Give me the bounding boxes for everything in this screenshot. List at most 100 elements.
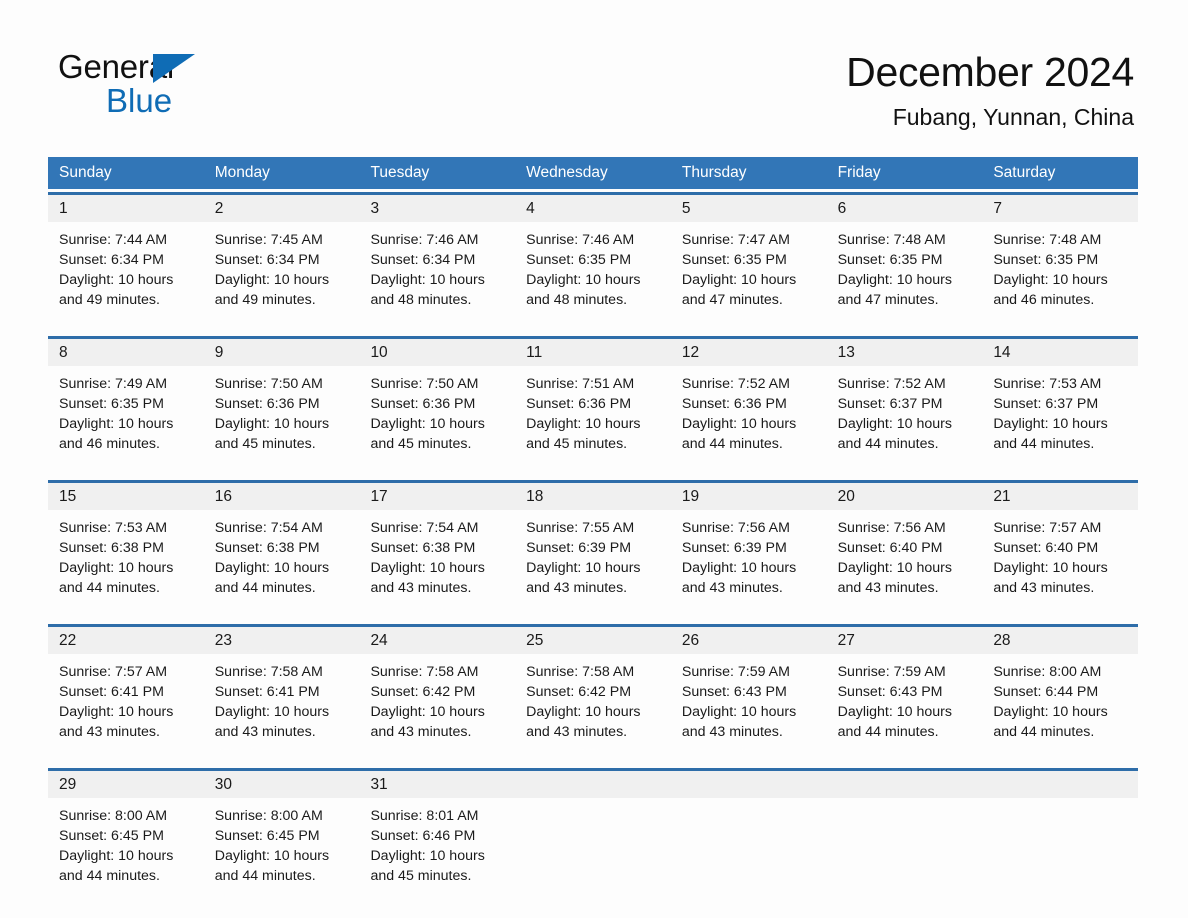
day-cell[interactable]: Sunrise: 7:44 AM Sunset: 6:34 PM Daylight:… (48, 222, 204, 326)
day-cell[interactable]: Sunrise: 7:58 AM Sunset: 6:42 PM Daylight:… (515, 654, 671, 758)
day-number[interactable]: 5 (671, 195, 827, 222)
daylight-text: Daylight: 10 hours and 44 minutes. (59, 560, 174, 596)
sunset-text: Sunset: 6:46 PM (370, 828, 476, 844)
day-number[interactable]: 7 (982, 195, 1138, 222)
sunrise-text: Sunrise: 8:00 AM (59, 808, 168, 824)
sunrise-text: Sunrise: 7:44 AM (59, 232, 168, 248)
day-number[interactable]: 10 (359, 339, 515, 366)
sunrise-text: Sunrise: 8:00 AM (214, 808, 323, 824)
page-title: December 2024 (846, 49, 1134, 95)
day-cell[interactable]: Sunrise: 7:48 AM Sunset: 6:35 PM Daylight:… (827, 222, 983, 326)
day-number[interactable]: 20 (827, 483, 983, 510)
day-cell[interactable]: Sunrise: 8:00 AM Sunset: 6:45 PM Daylight:… (204, 798, 360, 902)
day-number[interactable]: 21 (982, 483, 1138, 510)
weekday-header-sunday: Sunday (59, 164, 112, 181)
day-cell[interactable]: Sunrise: 7:53 AM Sunset: 6:38 PM Daylight:… (48, 510, 204, 614)
day-cell[interactable]: Sunrise: 7:54 AM Sunset: 6:38 PM Daylight:… (204, 510, 360, 614)
day-number[interactable]: 26 (671, 627, 827, 654)
logo-text-blue: Blue (106, 82, 173, 119)
day-detail-band: Sunrise: 7:57 AM Sunset: 6:41 PM Daylight:… (48, 654, 1138, 758)
day-number[interactable]: 11 (515, 339, 671, 366)
sunrise-text: Sunrise: 7:48 AM (837, 232, 946, 248)
daylight-text: Daylight: 10 hours and 44 minutes. (59, 848, 174, 884)
day-cell[interactable]: Sunrise: 7:57 AM Sunset: 6:41 PM Daylight:… (48, 654, 204, 758)
sunset-text: Sunset: 6:44 PM (993, 684, 1099, 700)
day-cell[interactable]: Sunrise: 7:56 AM Sunset: 6:39 PM Daylight:… (671, 510, 827, 614)
weekday-header-friday: Friday (837, 164, 881, 181)
sunset-text: Sunset: 6:38 PM (214, 540, 320, 556)
day-number[interactable]: 29 (48, 771, 204, 798)
day-cell[interactable]: Sunrise: 7:54 AM Sunset: 6:38 PM Daylight:… (359, 510, 515, 614)
day-number[interactable]: 15 (48, 483, 204, 510)
daylight-text: Daylight: 10 hours and 43 minutes. (837, 560, 952, 596)
day-cell[interactable]: Sunrise: 8:01 AM Sunset: 6:46 PM Daylight:… (359, 798, 515, 902)
general-blue-logo[interactable]: General Blue (58, 50, 258, 122)
day-number[interactable]: 1 (48, 195, 204, 222)
sunset-text: Sunset: 6:39 PM (526, 540, 632, 556)
sunrise-text: Sunrise: 7:49 AM (59, 376, 168, 392)
day-cell[interactable]: Sunrise: 7:58 AM Sunset: 6:42 PM Daylight:… (359, 654, 515, 758)
sunset-text: Sunset: 6:42 PM (526, 684, 632, 700)
day-number[interactable]: 18 (515, 483, 671, 510)
daylight-text: Daylight: 10 hours and 44 minutes. (214, 560, 330, 596)
day-number-band: 15 16 17 18 19 20 21 (48, 483, 1138, 510)
sunset-text: Sunset: 6:43 PM (681, 684, 787, 700)
day-cell[interactable]: Sunrise: 7:52 AM Sunset: 6:36 PM Daylight:… (671, 366, 827, 470)
day-number[interactable]: 31 (359, 771, 515, 798)
day-number[interactable]: 30 (204, 771, 360, 798)
day-number[interactable]: 4 (515, 195, 671, 222)
day-cell[interactable]: Sunrise: 7:46 AM Sunset: 6:34 PM Daylight:… (359, 222, 515, 326)
daylight-text: Daylight: 10 hours and 45 minutes. (370, 848, 485, 884)
day-cell[interactable]: Sunrise: 7:45 AM Sunset: 6:34 PM Daylight:… (204, 222, 360, 326)
sunrise-text: Sunrise: 7:59 AM (681, 664, 790, 680)
day-number[interactable]: 13 (827, 339, 983, 366)
day-cell[interactable]: Sunrise: 7:50 AM Sunset: 6:36 PM Daylight:… (359, 366, 515, 470)
day-number[interactable]: 3 (359, 195, 515, 222)
day-number[interactable]: 12 (671, 339, 827, 366)
day-cell[interactable]: Sunrise: 7:55 AM Sunset: 6:39 PM Daylight:… (515, 510, 671, 614)
sunset-text: Sunset: 6:35 PM (993, 252, 1099, 268)
sunset-text: Sunset: 6:36 PM (526, 396, 632, 412)
day-number[interactable]: 6 (827, 195, 983, 222)
day-number[interactable]: 24 (359, 627, 515, 654)
sunset-text: Sunset: 6:40 PM (837, 540, 943, 556)
title-block: December 2024 Fubang, Yunnan, China (846, 48, 1134, 132)
day-cell[interactable]: Sunrise: 7:47 AM Sunset: 6:35 PM Daylight:… (671, 222, 827, 326)
day-number[interactable]: 19 (671, 483, 827, 510)
day-number[interactable]: 25 (515, 627, 671, 654)
day-number[interactable]: 27 (827, 627, 983, 654)
calendar-week-row: 22 23 24 25 26 27 28 Sunrise: 7:57 AM Sunset: 6:… (48, 624, 1138, 758)
day-cell[interactable]: Sunrise: 7:59 AM Sunset: 6:43 PM Daylight:… (671, 654, 827, 758)
day-cell[interactable]: Sunrise: 7:56 AM Sunset: 6:40 PM Daylight:… (827, 510, 983, 614)
daylight-text: Daylight: 10 hours and 43 minutes. (214, 704, 330, 740)
weekday-header-wednesday: Wednesday (526, 164, 608, 181)
calendar-week-row: 8 9 10 11 12 13 14 Sunrise: 7:49 AM Sunset: 6:35… (48, 336, 1138, 470)
day-number[interactable]: 16 (204, 483, 360, 510)
day-detail-band: Sunrise: 7:44 AM Sunset: 6:34 PM Daylight:… (48, 222, 1138, 326)
day-cell[interactable]: Sunrise: 7:57 AM Sunset: 6:40 PM Daylight:… (982, 510, 1138, 614)
day-cell[interactable]: Sunrise: 7:48 AM Sunset: 6:35 PM Daylight:… (982, 222, 1138, 326)
day-number[interactable]: 2 (204, 195, 360, 222)
day-number[interactable]: 14 (982, 339, 1138, 366)
day-cell[interactable]: Sunrise: 7:52 AM Sunset: 6:37 PM Daylight:… (827, 366, 983, 470)
day-number[interactable]: 9 (204, 339, 360, 366)
day-number[interactable]: 28 (982, 627, 1138, 654)
day-cell[interactable]: Sunrise: 8:00 AM Sunset: 6:44 PM Daylight:… (982, 654, 1138, 758)
sunset-text: Sunset: 6:36 PM (370, 396, 476, 412)
day-cell[interactable]: Sunrise: 7:59 AM Sunset: 6:43 PM Daylight:… (827, 654, 983, 758)
day-cell[interactable]: Sunrise: 7:51 AM Sunset: 6:36 PM Daylight:… (515, 366, 671, 470)
sunrise-text: Sunrise: 7:48 AM (993, 232, 1102, 248)
day-cell[interactable]: Sunrise: 7:46 AM Sunset: 6:35 PM Daylight:… (515, 222, 671, 326)
day-cell[interactable]: Sunrise: 7:49 AM Sunset: 6:35 PM Daylight:… (48, 366, 204, 470)
day-number[interactable]: 17 (359, 483, 515, 510)
day-cell[interactable]: Sunrise: 7:50 AM Sunset: 6:36 PM Daylight:… (204, 366, 360, 470)
day-number[interactable]: 8 (48, 339, 204, 366)
day-cell[interactable]: Sunrise: 8:00 AM Sunset: 6:45 PM Daylight:… (48, 798, 204, 902)
day-number[interactable]: 23 (204, 627, 360, 654)
day-number[interactable]: 22 (48, 627, 204, 654)
day-cell[interactable]: Sunrise: 7:53 AM Sunset: 6:37 PM Daylight:… (982, 366, 1138, 470)
sunrise-text: Sunrise: 7:46 AM (526, 232, 635, 248)
sunset-text: Sunset: 6:39 PM (681, 540, 787, 556)
day-cell[interactable]: Sunrise: 7:58 AM Sunset: 6:41 PM Daylight:… (204, 654, 360, 758)
daylight-text: Daylight: 10 hours and 45 minutes. (370, 416, 485, 452)
